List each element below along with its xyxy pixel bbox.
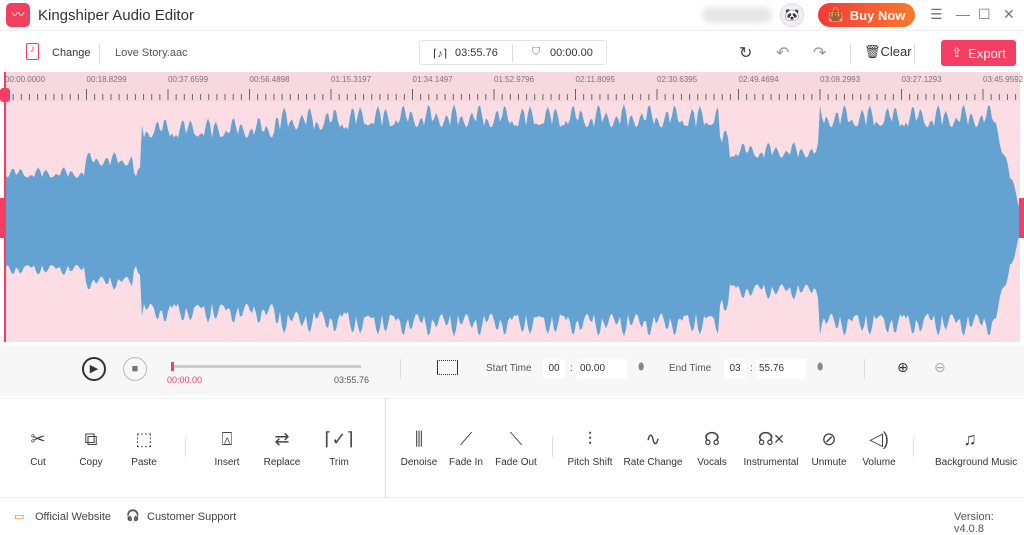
website-icon: ▭ <box>14 511 25 523</box>
tool-label: Volume <box>862 457 896 468</box>
ruler-label: 03:27.1293 <box>901 75 942 84</box>
tool-background-music[interactable]: ♫ Background Music <box>935 427 1018 468</box>
tool-volume[interactable]: ◁) Volume <box>844 427 914 468</box>
progress-bar[interactable] <box>172 365 361 368</box>
progress-thumb[interactable] <box>171 362 174 371</box>
tool-fade-out[interactable]: ⟍ Fade Out <box>481 427 551 468</box>
file-name: Love Story.aac <box>115 47 188 59</box>
stop-button[interactable]: ■ <box>123 357 147 381</box>
background-music-icon: ♫ <box>963 429 977 449</box>
waveform-shape <box>4 104 1020 337</box>
tool-label: Trim <box>329 457 349 468</box>
zoom-out-icon[interactable]: ⊖ <box>934 359 946 376</box>
shield-icon: ⛉ <box>532 46 541 58</box>
pitch-shift-icon: ⫶ <box>587 429 593 449</box>
pin-icon[interactable]: ⬮ <box>638 362 644 373</box>
ruler-label: 00:56.4898 <box>249 75 290 84</box>
ruler-label: 01:15.3197 <box>331 75 372 84</box>
undo-icon[interactable]: ↶ <box>776 43 789 63</box>
start-second-input[interactable]: 00.00 <box>577 359 627 379</box>
tool-label: Paste <box>131 457 157 468</box>
clear-label: Clear <box>880 44 912 59</box>
duration-value: 03:55.76 <box>455 47 498 59</box>
music-file-icon: ♪ <box>26 43 39 60</box>
end-minute-input[interactable]: 03 <box>724 359 746 379</box>
ruler-label: 00:37.6599 <box>168 75 209 84</box>
ruler-label: 01:52.9796 <box>494 75 535 84</box>
headset-icon: 🎧 <box>126 510 140 522</box>
current-time: 00:00.00 <box>167 375 203 385</box>
tool-label: Pitch Shift <box>567 457 613 468</box>
tool-label: Fade Out <box>495 457 537 468</box>
clear-button[interactable]: 🗑Clear <box>864 44 912 60</box>
change-button[interactable]: Change <box>52 47 91 59</box>
playhead[interactable] <box>4 72 6 342</box>
refresh-icon[interactable]: ↻ <box>739 43 752 63</box>
timeline-ruler[interactable]: 00:00.0000 00:18.8299 00:37.6599 00:56.4898… <box>4 72 1024 102</box>
avatar-icon[interactable]: 🐼 <box>780 3 804 27</box>
playback-controls: ▶ ■ 00:00.00 03:55.76 Start Time 00 : 00… <box>0 345 1024 395</box>
ruler-label: 00:00.0000 <box>5 75 46 84</box>
close-icon[interactable]: ✕ <box>1003 6 1015 23</box>
start-minute-input[interactable]: 00 <box>543 359 565 379</box>
minimize-icon[interactable]: — <box>956 6 970 22</box>
ruler-label: 00:18.8299 <box>86 75 127 84</box>
end-second-input[interactable]: 55.76 <box>756 359 806 379</box>
ruler-label: 03:45.9592 <box>983 75 1024 84</box>
zoom-in-icon[interactable]: ⊕ <box>897 359 909 376</box>
buy-now-label: Buy Now <box>849 7 906 23</box>
export-button[interactable]: ⇪ Export <box>941 40 1016 66</box>
trash-icon: 🗑 <box>864 44 881 59</box>
fade-out-icon: ⟍ <box>509 429 523 449</box>
selection-value: 00:00.00 <box>550 47 593 59</box>
app-title: Kingshiper Audio Editor <box>38 7 194 24</box>
buy-now-button[interactable]: 👜 Buy Now <box>818 3 915 27</box>
tool-trim[interactable]: ⌈✓⌉ Trim <box>304 427 374 468</box>
waveform-graphic <box>4 104 1020 337</box>
time-info-box: ⌈♪⌉ 03:55.76 ⛉ 00:00.00 <box>419 40 607 65</box>
maximize-icon[interactable]: ☐ <box>978 6 991 23</box>
menu-icon[interactable]: ☰ <box>930 6 943 23</box>
total-time: 03:55.76 <box>334 375 370 385</box>
tools-panel: ✂ Cut ⧉ Copy ⬚ Paste ⍓ Insert ⇄ Replace ⌈✓⌉ Trim ⫼ De… <box>0 398 1024 498</box>
tool-pitch-shift[interactable]: ⫶ Pitch Shift <box>555 427 625 468</box>
play-button[interactable]: ▶ <box>82 357 106 381</box>
bag-icon: 👜 <box>827 7 844 22</box>
paste-icon: ⬚ <box>135 429 153 449</box>
customer-support-link[interactable]: Customer Support <box>147 511 236 523</box>
trim-icon: ⌈✓⌉ <box>324 429 354 449</box>
start-time-label: Start Time <box>486 363 532 374</box>
duration-icon: ⌈♪⌉ <box>433 48 448 60</box>
end-time-label: End Time <box>669 363 712 374</box>
app-logo-icon: 〰 <box>6 3 30 27</box>
ruler-label: 02:30.6395 <box>657 75 698 84</box>
right-handle[interactable] <box>1019 198 1024 238</box>
tool-label: Background Music <box>935 457 1018 468</box>
title-bar: 〰 Kingshiper Audio Editor 🐼 👜 Buy Now ☰ —… <box>0 0 1024 31</box>
playhead-handle[interactable] <box>0 88 10 102</box>
ruler-label: 02:49.4694 <box>738 75 779 84</box>
blurred-username <box>702 7 772 23</box>
volume-icon: ◁) <box>869 429 889 449</box>
ruler-label: 02:11.8095 <box>575 75 615 84</box>
ruler-label: 03:08.2993 <box>820 75 861 84</box>
ruler-label: 01:34.1497 <box>412 75 453 84</box>
version-label: Version: v4.0.8 <box>954 511 994 535</box>
pin-icon[interactable]: ⬮ <box>817 362 823 373</box>
official-website-link[interactable]: Official Website <box>35 511 111 523</box>
redo-icon[interactable]: ↷ <box>813 43 826 63</box>
tool-paste[interactable]: ⬚ Paste <box>109 427 179 468</box>
waveform[interactable] <box>4 102 1020 342</box>
select-range-icon[interactable] <box>437 360 458 375</box>
upload-icon: ⇪ <box>951 45 963 60</box>
export-label: Export <box>968 45 1006 61</box>
footer: ▭ Official Website 🎧 Customer Support Ve… <box>0 501 1024 535</box>
